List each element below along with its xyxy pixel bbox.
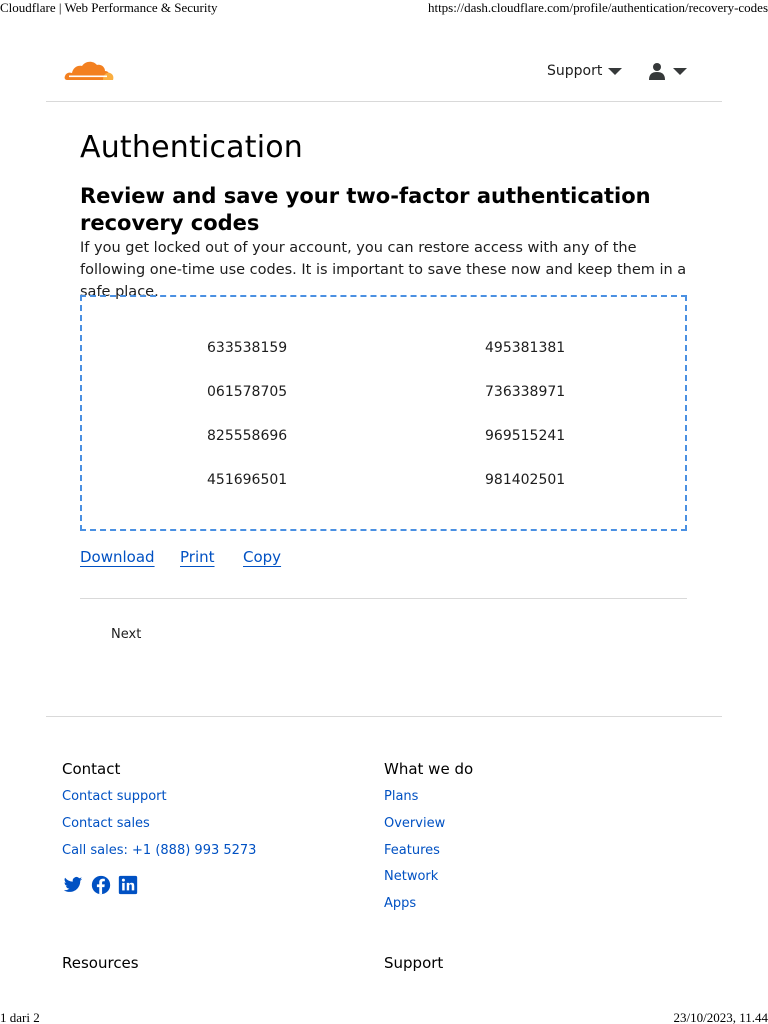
call-sales-link[interactable]: Call sales: +1 (888) 993 5273 xyxy=(62,843,256,858)
footer-heading-support: Support xyxy=(384,954,444,972)
network-link[interactable]: Network xyxy=(384,869,438,884)
contact-sales-link[interactable]: Contact sales xyxy=(62,816,150,831)
download-link[interactable]: Download xyxy=(80,548,155,566)
user-icon xyxy=(649,63,665,80)
recovery-code: 061578705 xyxy=(207,384,288,400)
recovery-code: 451696501 xyxy=(207,472,288,488)
print-footer-datetime: 23/10/2023, 11.44 xyxy=(673,1010,768,1024)
recovery-code: 495381381 xyxy=(485,340,566,356)
chevron-down-icon xyxy=(673,67,687,75)
footer-heading-resources: Resources xyxy=(62,954,139,972)
print-header-title: Cloudflare | Web Performance & Security xyxy=(0,0,218,15)
section-divider xyxy=(80,598,687,599)
next-button[interactable]: Next xyxy=(111,627,141,642)
twitter-icon[interactable] xyxy=(63,875,83,895)
recovery-description: If you get locked out of your account, y… xyxy=(80,240,687,300)
support-menu[interactable]: Support xyxy=(547,63,623,79)
plans-link[interactable]: Plans xyxy=(384,789,418,804)
recovery-code: 825558696 xyxy=(207,428,288,444)
chevron-down-icon xyxy=(608,67,623,75)
recovery-code: 969515241 xyxy=(485,428,566,444)
copy-link[interactable]: Copy xyxy=(243,548,281,566)
facebook-icon[interactable] xyxy=(91,875,111,895)
print-footer-page: 1 dari 2 xyxy=(0,1010,40,1024)
footer-heading-contact: Contact xyxy=(62,760,121,778)
apps-link[interactable]: Apps xyxy=(384,896,416,911)
top-navigation: Support xyxy=(46,46,722,102)
print-link[interactable]: Print xyxy=(180,548,215,566)
features-link[interactable]: Features xyxy=(384,843,440,858)
recovery-code: 981402501 xyxy=(485,472,566,488)
overview-link[interactable]: Overview xyxy=(384,816,445,831)
support-label: Support xyxy=(547,63,603,79)
section-title: Review and save your two-factor authenti… xyxy=(80,184,651,235)
contact-support-link[interactable]: Contact support xyxy=(62,789,167,804)
recovery-codes-box: 633538159 495381381 061578705 736338971 … xyxy=(80,295,687,531)
linkedin-icon[interactable] xyxy=(118,875,138,895)
cloudflare-logo[interactable] xyxy=(63,58,115,82)
page-title: Authentication xyxy=(80,130,304,165)
recovery-code: 633538159 xyxy=(207,340,288,356)
print-header-url: https://dash.cloudflare.com/profile/auth… xyxy=(427,0,768,15)
footer-divider xyxy=(46,716,722,717)
recovery-code: 736338971 xyxy=(485,384,566,400)
user-menu[interactable] xyxy=(649,62,687,80)
footer-heading-what-we-do: What we do xyxy=(384,760,474,778)
